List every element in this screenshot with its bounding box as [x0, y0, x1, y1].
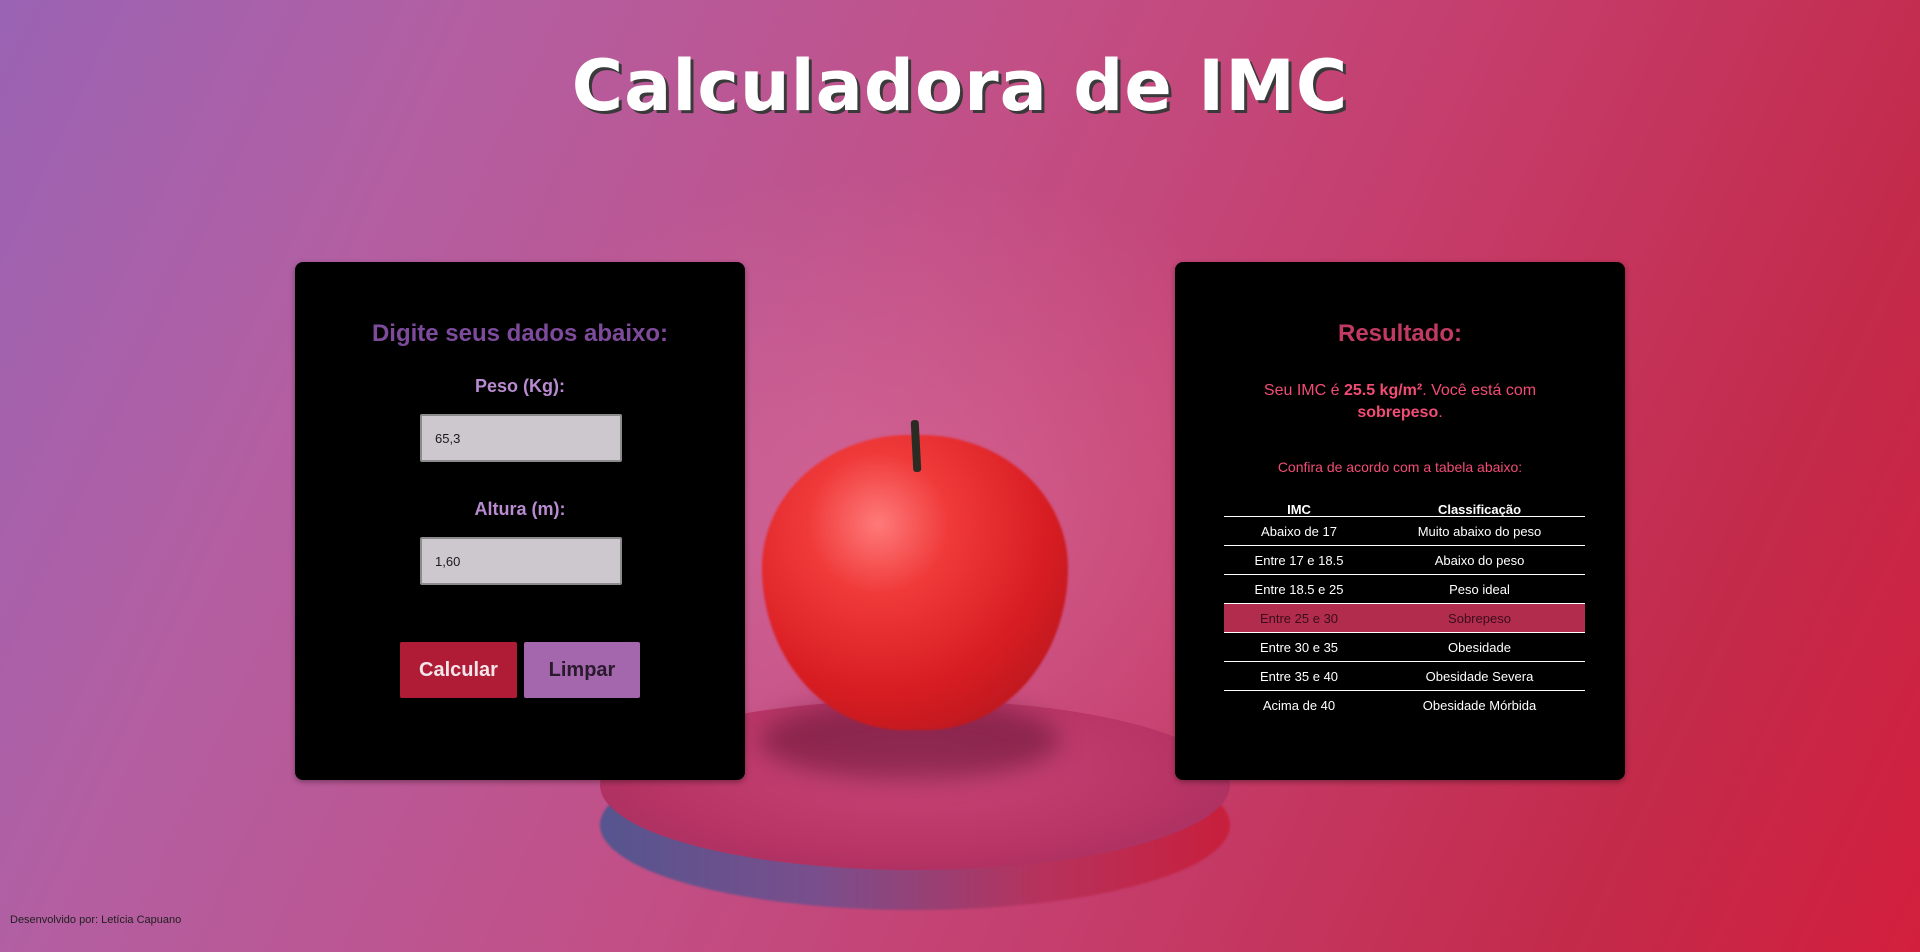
row-imc: Entre 35 e 40: [1259, 668, 1339, 684]
weight-input[interactable]: [420, 414, 622, 462]
table-note: Confira de acordo com a tabela abaixo:: [1277, 459, 1523, 475]
form-heading: Digite seus dados abaixo:: [371, 320, 669, 347]
header-classification: Classificação: [1437, 502, 1522, 517]
row-classification: Peso ideal: [1449, 581, 1510, 597]
table-row: Entre 17 e 18.5 Abaixo do peso: [1224, 546, 1585, 575]
result-panel: Resultado: Seu IMC é 25.5 kg/m². Você es…: [1175, 262, 1625, 780]
apple-image: [762, 435, 1068, 730]
imc-table: IMC Classificação Abaixo de 17 Muito aba…: [1224, 502, 1585, 720]
clear-button[interactable]: Limpar: [524, 642, 640, 698]
row-imc: Entre 17 e 18.5: [1254, 552, 1344, 568]
height-input[interactable]: [420, 537, 622, 585]
table-row: Abaixo de 17 Muito abaixo do peso: [1224, 517, 1585, 546]
result-prefix: Seu IMC é: [1263, 382, 1344, 399]
table-row: Acima de 40 Obesidade Mórbida: [1224, 691, 1585, 720]
row-classification: Muito abaixo do peso: [1417, 523, 1542, 539]
row-classification: Abaixo do peso: [1434, 552, 1525, 568]
imc-value: 25.5 kg/m²: [1343, 382, 1423, 399]
row-imc: Entre 30 e 35: [1259, 639, 1339, 655]
row-classification: Sobrepeso: [1448, 610, 1511, 626]
row-classification: Obesidade Severa: [1425, 668, 1534, 684]
row-imc: Entre 18.5 e 25: [1254, 581, 1344, 597]
input-panel: Digite seus dados abaixo: Peso (Kg): Alt…: [295, 262, 745, 780]
height-label: Altura (m):: [474, 499, 566, 519]
result-text: Seu IMC é 25.5 kg/m². Você está com sobr…: [1235, 380, 1565, 424]
result-heading: Resultado:: [1337, 320, 1462, 347]
row-imc: Abaixo de 17: [1261, 523, 1337, 539]
table-header: IMC Classificação: [1224, 502, 1585, 517]
calculate-button[interactable]: Calcular: [400, 642, 517, 698]
table-row-highlighted: Entre 25 e 30 Sobrepeso: [1224, 604, 1585, 633]
footer-credit: Desenvolvido por: Letícia Capuano: [10, 914, 182, 926]
table-row: Entre 18.5 e 25 Peso ideal: [1224, 575, 1585, 604]
row-classification: Obesidade: [1448, 639, 1511, 655]
row-imc: Acima de 40: [1262, 698, 1336, 713]
table-row: Entre 30 e 35 Obesidade: [1224, 633, 1585, 662]
header-imc: IMC: [1287, 502, 1311, 517]
page-title: Calculadora de IMC: [571, 45, 1349, 127]
table-row: Entre 35 e 40 Obesidade Severa: [1224, 662, 1585, 691]
weight-label: Peso (Kg):: [475, 376, 565, 396]
classification-value: sobrepeso: [1357, 404, 1439, 421]
row-classification: Obesidade Mórbida: [1422, 698, 1537, 713]
result-suffix: .: [1438, 404, 1443, 421]
row-imc: Entre 25 e 30: [1259, 610, 1339, 626]
result-middle: . Você está com: [1422, 382, 1537, 399]
